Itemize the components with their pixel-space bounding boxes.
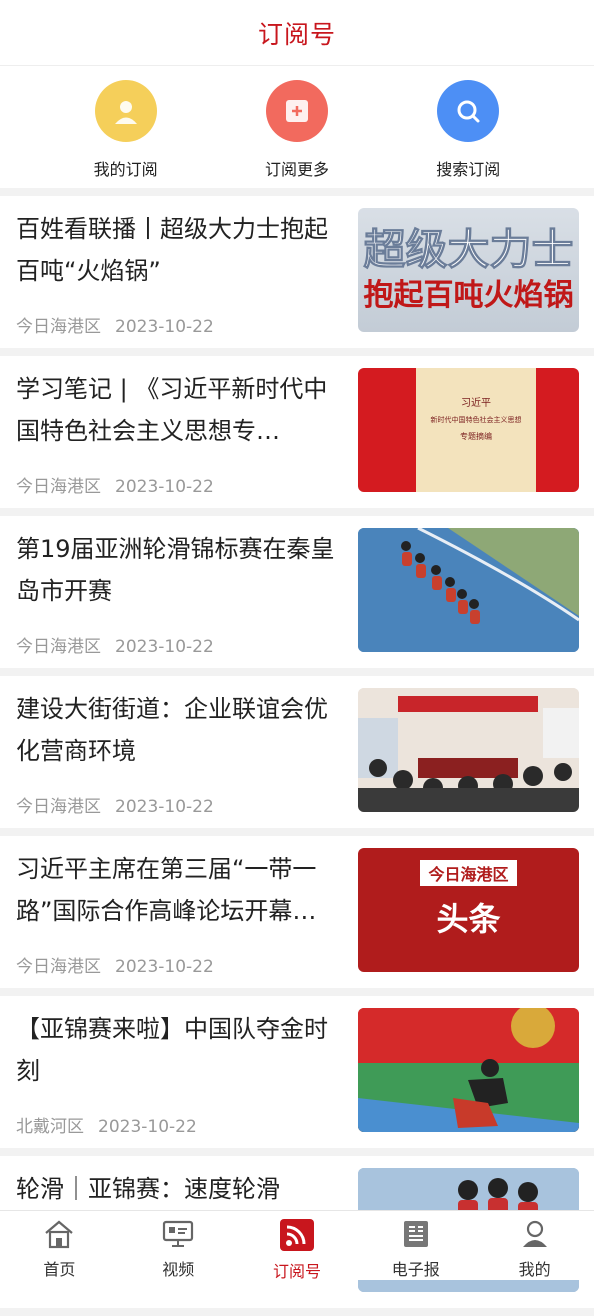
thumbnail-text: 今日海港区 [420, 860, 517, 886]
article-title: 百姓看联播丨超级大力士抱起百吨“火焰锅” [16, 215, 328, 285]
newspaper-icon [400, 1219, 432, 1253]
article-source: 北戴河区 [16, 1117, 84, 1137]
list-item[interactable]: 第19届亚洲轮滑锦标赛在秦皇岛市开赛 今日海港区 2023-10-22 [0, 516, 594, 668]
article-date: 2023-10-22 [115, 477, 214, 497]
video-icon [162, 1219, 194, 1253]
article-source: 今日海港区 [16, 957, 101, 977]
article-source: 今日海港区 [16, 637, 101, 657]
page-title: 订阅号 [257, 19, 336, 49]
article-thumbnail: 习近平 新时代中国特色社会主义思想 专题摘编 [358, 368, 579, 492]
list-item[interactable]: 习近平主席在第三届“一带一路”国际合作高峰论坛开幕… 今日海港区 2023-10-… [0, 836, 594, 988]
article-meta: 今日海港区 2023-10-22 [16, 792, 214, 817]
list-item[interactable]: 百姓看联播丨超级大力士抱起百吨“火焰锅” 今日海港区 2023-10-22 超级大… [0, 196, 594, 348]
article-meta: 今日海港区 2023-10-22 [16, 632, 214, 657]
tab-profile[interactable]: 我的 [475, 1211, 594, 1280]
article-thumbnail [358, 528, 579, 652]
article-source: 今日海港区 [16, 477, 101, 497]
article-meta: 今日海港区 2023-10-22 [16, 312, 214, 337]
subscribe-more-label: 订阅更多 [264, 160, 329, 179]
article-title: 建设大街街道：企业联谊会优化营商环境 [16, 695, 328, 765]
my-subscriptions-button[interactable]: 我的订阅 [66, 66, 186, 188]
thumbnail-text: 超级大力士 [363, 225, 574, 275]
tab-label: 电子报 [391, 1260, 440, 1279]
thumbnail-text: 头条 [436, 900, 501, 938]
article-thumbnail: 超级大力士 抱起百吨火焰锅 [358, 208, 579, 332]
article-date: 2023-10-22 [115, 317, 214, 337]
article-title: 学习笔记 | 《习近平新时代中国特色社会主义思想专… [16, 375, 328, 445]
article-meta: 北戴河区 2023-10-22 [16, 1112, 197, 1137]
article-meta: 今日海港区 2023-10-22 [16, 952, 214, 977]
tab-home[interactable]: 首页 [0, 1211, 119, 1280]
tab-subscriptions[interactable]: 订阅号 [238, 1211, 357, 1281]
bottom-tab-bar: 首页 视频 订阅号 电子报 我的 [0, 1210, 594, 1281]
article-title: 习近平主席在第三届“一带一路”国际合作高峰论坛开幕… [16, 855, 317, 925]
thumbnail-text: 新时代中国特色社会主义思想 [430, 416, 522, 424]
my-subscriptions-label: 我的订阅 [93, 160, 158, 179]
article-source: 今日海港区 [16, 317, 101, 337]
thumbnail-text: 专题摘编 [460, 432, 492, 441]
search-subscriptions-button[interactable]: 搜索订阅 [408, 66, 528, 188]
list-item[interactable]: 【亚锦赛来啦】中国队夺金时刻 北戴河区 2023-10-22 [0, 996, 594, 1148]
tab-label: 我的 [518, 1260, 551, 1279]
person-icon [94, 80, 157, 142]
article-date: 2023-10-22 [115, 637, 214, 657]
add-icon [265, 80, 328, 142]
tab-epaper[interactable]: 电子报 [356, 1211, 475, 1280]
article-title: 第19届亚洲轮滑锦标赛在秦皇岛市开赛 [16, 535, 335, 605]
search-subscriptions-label: 搜索订阅 [436, 160, 501, 179]
article-source: 今日海港区 [16, 797, 101, 817]
list-item[interactable]: 建设大街街道：企业联谊会优化营商环境 今日海港区 2023-10-22 [0, 676, 594, 828]
article-meta: 今日海港区 2023-10-22 [16, 472, 214, 497]
article-thumbnail [358, 1008, 579, 1132]
rss-icon [279, 1219, 314, 1255]
quick-actions: 我的订阅 订阅更多 搜索订阅 [0, 66, 594, 188]
article-date: 2023-10-22 [115, 957, 214, 977]
profile-icon [519, 1219, 551, 1253]
top-bar: 订阅号 [0, 0, 594, 66]
article-date: 2023-10-22 [115, 797, 214, 817]
subscribe-more-button[interactable]: 订阅更多 [237, 66, 357, 188]
home-icon [43, 1219, 75, 1253]
tab-label: 视频 [162, 1260, 195, 1279]
article-list: 百姓看联播丨超级大力士抱起百吨“火焰锅” 今日海港区 2023-10-22 超级大… [0, 196, 594, 1316]
article-thumbnail: 今日海港区 头条 [358, 848, 579, 972]
tab-label: 订阅号 [272, 1262, 321, 1281]
thumbnail-text: 抱起百吨火焰锅 [363, 278, 574, 313]
list-item[interactable]: 学习笔记 | 《习近平新时代中国特色社会主义思想专… 今日海港区 2023-10-… [0, 356, 594, 508]
tab-label: 首页 [43, 1260, 76, 1279]
tab-video[interactable]: 视频 [119, 1211, 238, 1280]
thumbnail-text: 习近平 [461, 398, 491, 409]
article-date: 2023-10-22 [98, 1117, 197, 1137]
article-thumbnail [358, 688, 579, 812]
article-title: 【亚锦赛来啦】中国队夺金时刻 [16, 1015, 328, 1085]
search-icon [437, 80, 500, 142]
